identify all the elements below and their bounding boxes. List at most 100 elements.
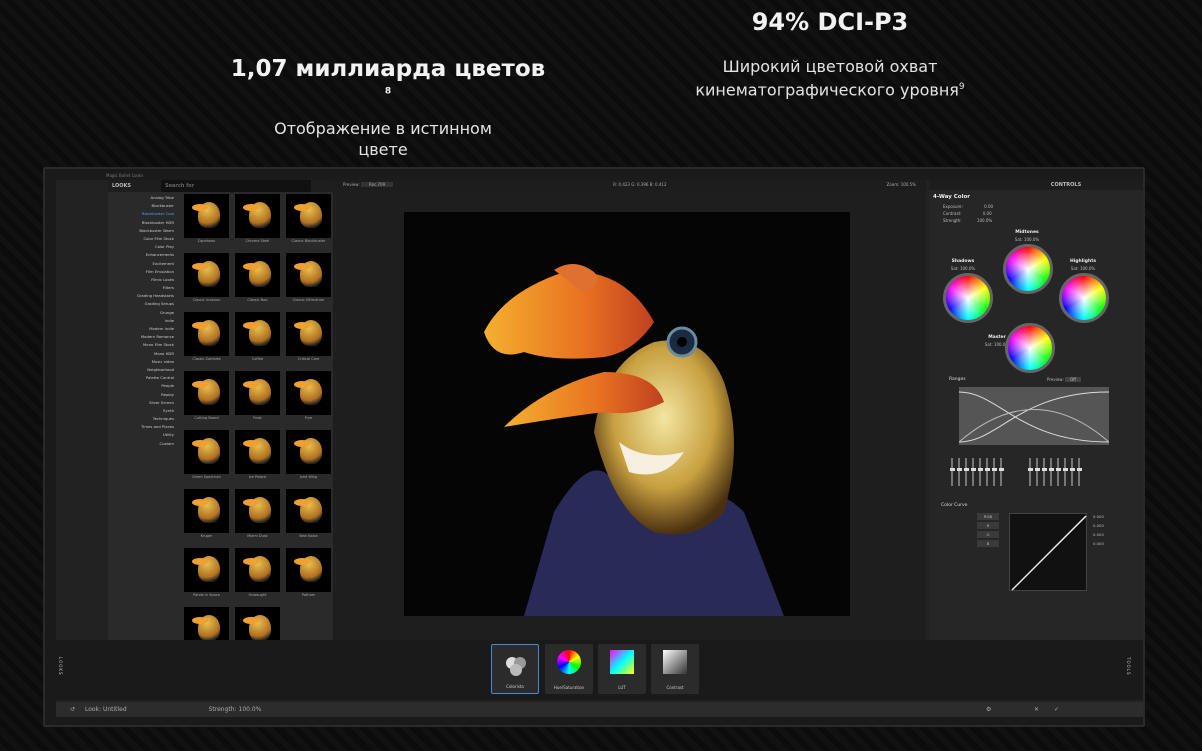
look-thumbnail[interactable]: Classic Neo bbox=[235, 253, 280, 302]
range-slider[interactable] bbox=[1041, 458, 1047, 486]
tools-side-tab[interactable]: TOOLS bbox=[1126, 657, 1131, 676]
look-thumbnail[interactable]: Chrome Steel bbox=[235, 194, 280, 243]
range-slider[interactable] bbox=[956, 458, 962, 486]
undo-icon[interactable]: ↺ bbox=[70, 706, 75, 713]
category-item[interactable]: Times and Places bbox=[108, 423, 180, 431]
looks-search-input[interactable]: Search for bbox=[160, 180, 311, 192]
look-thumbnail[interactable]: Frye bbox=[286, 371, 331, 420]
curve-channel[interactable]: RGB bbox=[977, 513, 999, 520]
category-item[interactable]: Blockbuster bbox=[108, 202, 180, 210]
look-thumbnail[interactable]: New Noise bbox=[286, 489, 331, 538]
range-slider[interactable] bbox=[970, 458, 976, 486]
range-slider[interactable] bbox=[1034, 458, 1040, 486]
category-item[interactable]: Color Film Stock bbox=[108, 235, 180, 243]
viewer-toolbar: Preview: Rec.709 R: 0.423 G: 0.396 B: 0.… bbox=[333, 180, 926, 190]
tool-colorista[interactable]: Colorista bbox=[491, 644, 539, 694]
strength-readout[interactable]: Strength: 100.0% bbox=[209, 706, 262, 713]
category-item[interactable]: Film Emulation bbox=[108, 268, 180, 276]
category-item[interactable]: Indie bbox=[108, 317, 180, 325]
look-thumbnail[interactable]: Kruger bbox=[184, 489, 229, 538]
range-slider[interactable] bbox=[1076, 458, 1082, 486]
ranges-graph[interactable] bbox=[958, 387, 1110, 445]
look-thumbnail[interactable]: Classic Ultimatum bbox=[286, 253, 331, 302]
midtones-wheel[interactable] bbox=[1003, 244, 1053, 294]
category-item[interactable]: Replay bbox=[108, 391, 180, 399]
category-item[interactable]: Palette Control bbox=[108, 374, 180, 382]
category-item[interactable]: Synth bbox=[108, 407, 180, 415]
shadows-wheel[interactable] bbox=[943, 273, 993, 323]
curve-graph[interactable] bbox=[1009, 513, 1087, 591]
category-item[interactable]: Enhancements bbox=[108, 251, 180, 259]
range-slider[interactable] bbox=[1069, 458, 1075, 486]
category-item[interactable]: Filmic Looks bbox=[108, 276, 180, 284]
category-item[interactable]: Blockbuster HDR bbox=[108, 219, 180, 227]
curve-channel[interactable]: B bbox=[977, 540, 999, 547]
cancel-icon[interactable]: ✕ bbox=[1034, 702, 1039, 717]
range-slider[interactable] bbox=[1048, 458, 1054, 486]
master-wheel[interactable] bbox=[1005, 323, 1055, 373]
look-thumbnail[interactable]: Miami Dusk bbox=[235, 489, 280, 538]
exposure-row[interactable]: Exposure: 0.00 bbox=[943, 204, 993, 209]
look-thumbnail[interactable]: Classic Blockbuster bbox=[286, 194, 331, 243]
category-item[interactable]: Mono Film Stock bbox=[108, 341, 180, 349]
category-item[interactable]: Custom bbox=[108, 440, 180, 448]
look-thumbnail[interactable]: Green Spectrum bbox=[184, 430, 229, 479]
category-item[interactable]: Techniques bbox=[108, 415, 180, 423]
status-bar: ↺ Look: Untitled Strength: 100.0% ⚙ ✕ ✓ bbox=[56, 702, 1143, 717]
category-item[interactable]: Silver Screen bbox=[108, 399, 180, 407]
color-curve-label[interactable]: Color Curve bbox=[941, 503, 967, 508]
category-item[interactable]: Modern Indie bbox=[108, 325, 180, 333]
tool-hue-saturation[interactable]: Hue/Saturation bbox=[545, 644, 593, 694]
category-item[interactable]: Blockbuster Warm bbox=[108, 227, 180, 235]
category-item[interactable]: Color Play bbox=[108, 243, 180, 251]
category-item[interactable]: Filters bbox=[108, 284, 180, 292]
range-slider[interactable] bbox=[949, 458, 955, 486]
range-slider[interactable] bbox=[1062, 458, 1068, 486]
range-slider[interactable] bbox=[963, 458, 969, 486]
looks-side-tab[interactable]: LOOKS bbox=[58, 657, 63, 676]
range-slider[interactable] bbox=[998, 458, 1004, 486]
zoom-readout[interactable]: Zoom: 100.5% bbox=[887, 180, 916, 190]
look-name[interactable]: Look: Untitled bbox=[85, 706, 127, 713]
category-item[interactable]: People bbox=[108, 382, 180, 390]
look-thumbnail[interactable]: Capetown bbox=[184, 194, 229, 243]
category-item[interactable]: Mono HDR bbox=[108, 350, 180, 358]
look-thumbnail[interactable]: Pando in Space bbox=[184, 548, 229, 597]
look-thumbnail[interactable]: Frost bbox=[235, 371, 280, 420]
range-slider[interactable] bbox=[991, 458, 997, 486]
category-item[interactable]: Modern Romance bbox=[108, 333, 180, 341]
tool-contrast[interactable]: Contrast bbox=[651, 644, 699, 694]
category-item[interactable]: Blockbuster Cool bbox=[108, 210, 180, 218]
look-thumbnail[interactable]: Potham bbox=[286, 548, 331, 597]
highlights-wheel[interactable] bbox=[1059, 273, 1109, 323]
gear-icon[interactable]: ⚙ bbox=[986, 702, 991, 717]
look-thumbnail[interactable]: Onslaught bbox=[235, 548, 280, 597]
curve-channel[interactable]: G bbox=[977, 531, 999, 538]
look-thumbnail[interactable]: Classic Zombies bbox=[184, 312, 229, 361]
category-item[interactable]: Music video bbox=[108, 358, 180, 366]
category-item[interactable]: Grading Headstarts bbox=[108, 292, 180, 300]
category-item[interactable]: Grunge bbox=[108, 309, 180, 317]
range-slider[interactable] bbox=[977, 458, 983, 486]
look-thumbnail[interactable]: Critical Care bbox=[286, 312, 331, 361]
category-item[interactable]: Excitement bbox=[108, 260, 180, 268]
look-thumbnail[interactable]: Ice Palace bbox=[235, 430, 280, 479]
category-item[interactable]: Neighborhood bbox=[108, 366, 180, 374]
look-thumbnail[interactable]: Iced Wing bbox=[286, 430, 331, 479]
tool-lut[interactable]: LUT bbox=[598, 644, 646, 694]
category-item[interactable]: Utility bbox=[108, 431, 180, 439]
range-slider[interactable] bbox=[1055, 458, 1061, 486]
category-item[interactable]: Grading Setups bbox=[108, 300, 180, 308]
range-slider[interactable] bbox=[1027, 458, 1033, 486]
strength-row[interactable]: Strength: 100.0% bbox=[943, 218, 992, 223]
confirm-icon[interactable]: ✓ bbox=[1054, 702, 1059, 717]
look-thumbnail[interactable]: Classic Invasion bbox=[184, 253, 229, 302]
category-item[interactable]: Analog Tribe bbox=[108, 194, 180, 202]
contrast-row[interactable]: Contrast: 0.00 bbox=[943, 211, 992, 216]
preview-select[interactable]: Preview: Rec.709 bbox=[343, 180, 394, 190]
look-thumbnail[interactable]: Coffee bbox=[235, 312, 280, 361]
curve-channel[interactable]: R bbox=[977, 522, 999, 529]
range-slider[interactable] bbox=[984, 458, 990, 486]
look-thumbnail[interactable]: Cutting Board bbox=[184, 371, 229, 420]
ranges-preview[interactable]: Preview: Off bbox=[1047, 377, 1081, 382]
